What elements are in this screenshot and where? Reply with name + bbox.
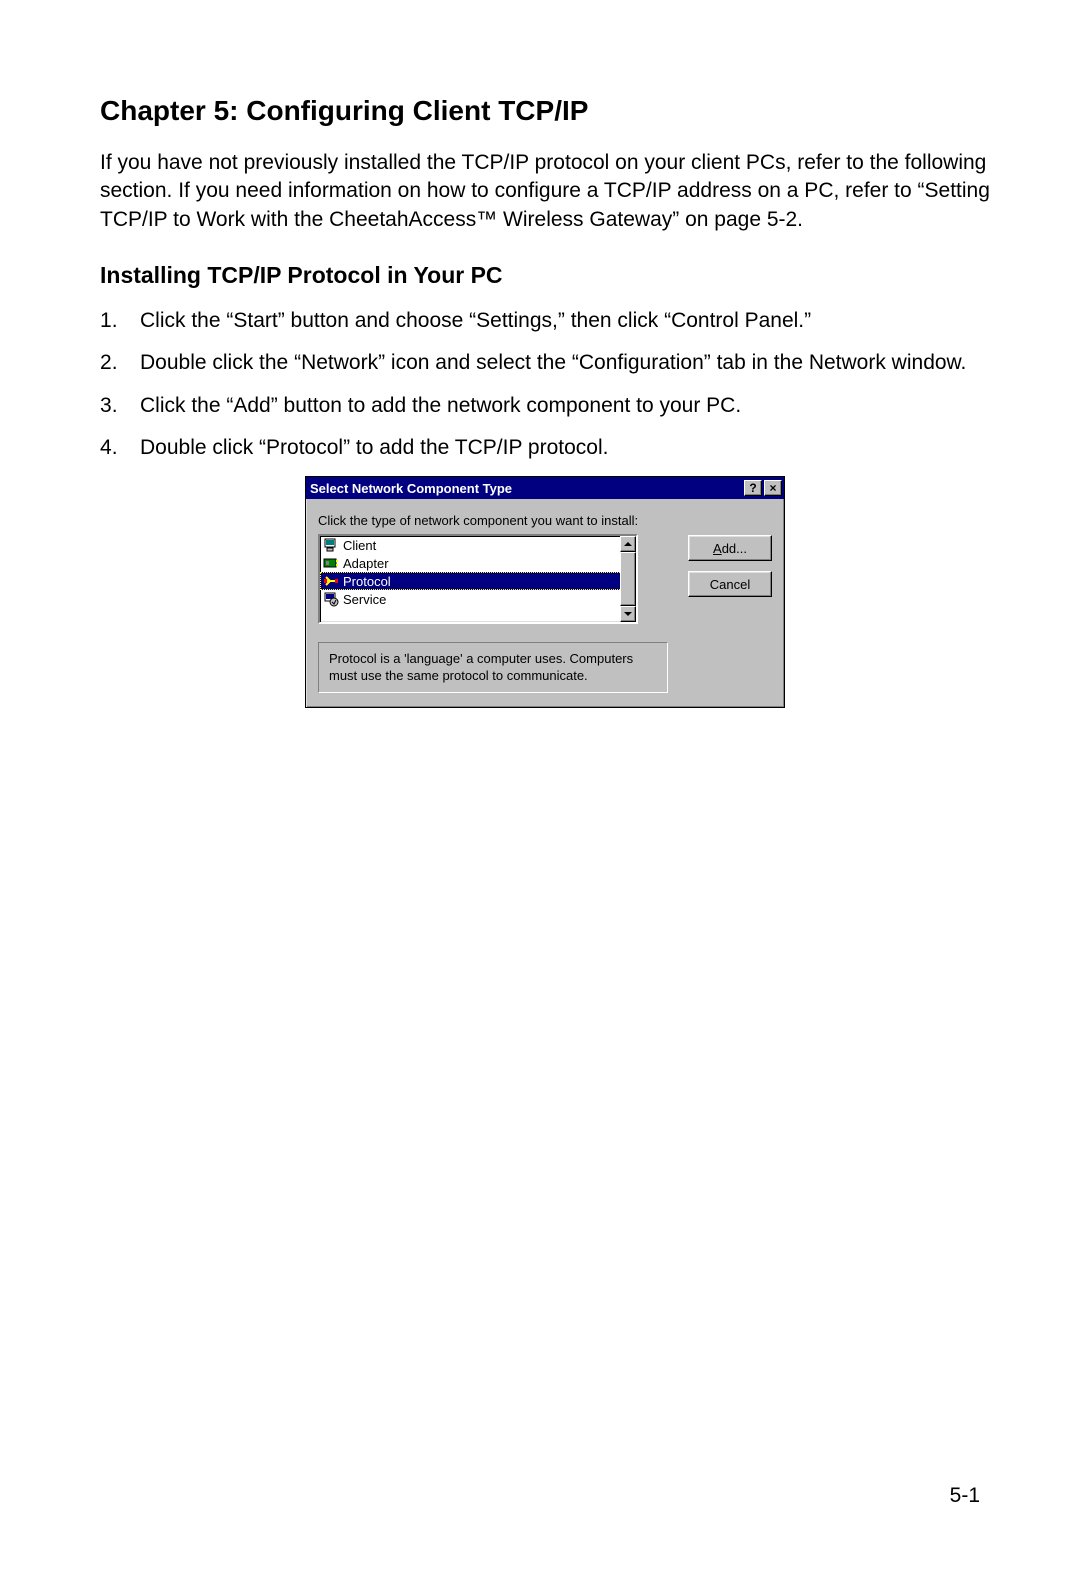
dialog-title: Select Network Component Type — [310, 481, 742, 496]
scroll-down-button[interactable] — [620, 606, 636, 622]
service-icon — [323, 591, 339, 607]
scroll-thumb[interactable] — [620, 552, 636, 606]
list-item-label: Adapter — [343, 556, 389, 571]
select-component-dialog: Select Network Component Type ? × Click … — [305, 476, 785, 708]
list-item-service[interactable]: Service — [320, 590, 636, 608]
dialog-titlebar[interactable]: Select Network Component Type ? × — [306, 477, 784, 499]
intro-paragraph: If you have not previously installed the… — [100, 149, 990, 234]
chevron-down-icon — [624, 612, 632, 616]
step-item: Click the “Start” button and choose “Set… — [100, 307, 990, 335]
dialog-instruction: Click the type of network component you … — [318, 513, 674, 528]
steps-list: Click the “Start” button and choose “Set… — [100, 307, 990, 462]
close-button[interactable]: × — [764, 480, 782, 496]
add-button[interactable]: Add... — [688, 535, 772, 561]
scroll-up-button[interactable] — [620, 536, 636, 552]
chapter-title: Chapter 5: Configuring Client TCP/IP — [100, 95, 990, 127]
page-number: 5-1 — [950, 1484, 980, 1508]
list-item-protocol[interactable]: Protocol — [320, 572, 636, 590]
client-icon — [323, 537, 339, 553]
list-item-label: Client — [343, 538, 376, 553]
component-listbox[interactable]: Client Adapter — [318, 534, 638, 624]
list-item-label: Service — [343, 592, 386, 607]
cancel-button[interactable]: Cancel — [688, 571, 772, 597]
list-item-label: Protocol — [343, 574, 391, 589]
description-box: Protocol is a 'language' a computer uses… — [318, 642, 668, 693]
protocol-icon — [323, 573, 339, 589]
step-item: Double click “Protocol” to add the TCP/I… — [100, 434, 990, 462]
listbox-scrollbar[interactable] — [620, 536, 636, 622]
list-item-client[interactable]: Client — [320, 536, 636, 554]
step-item: Double click the “Network” icon and sele… — [100, 349, 990, 377]
step-item: Click the “Add” button to add the networ… — [100, 392, 990, 420]
section-title: Installing TCP/IP Protocol in Your PC — [100, 262, 990, 289]
chevron-up-icon — [624, 542, 632, 546]
list-item-adapter[interactable]: Adapter — [320, 554, 636, 572]
help-button[interactable]: ? — [744, 480, 762, 496]
adapter-icon — [323, 555, 339, 571]
